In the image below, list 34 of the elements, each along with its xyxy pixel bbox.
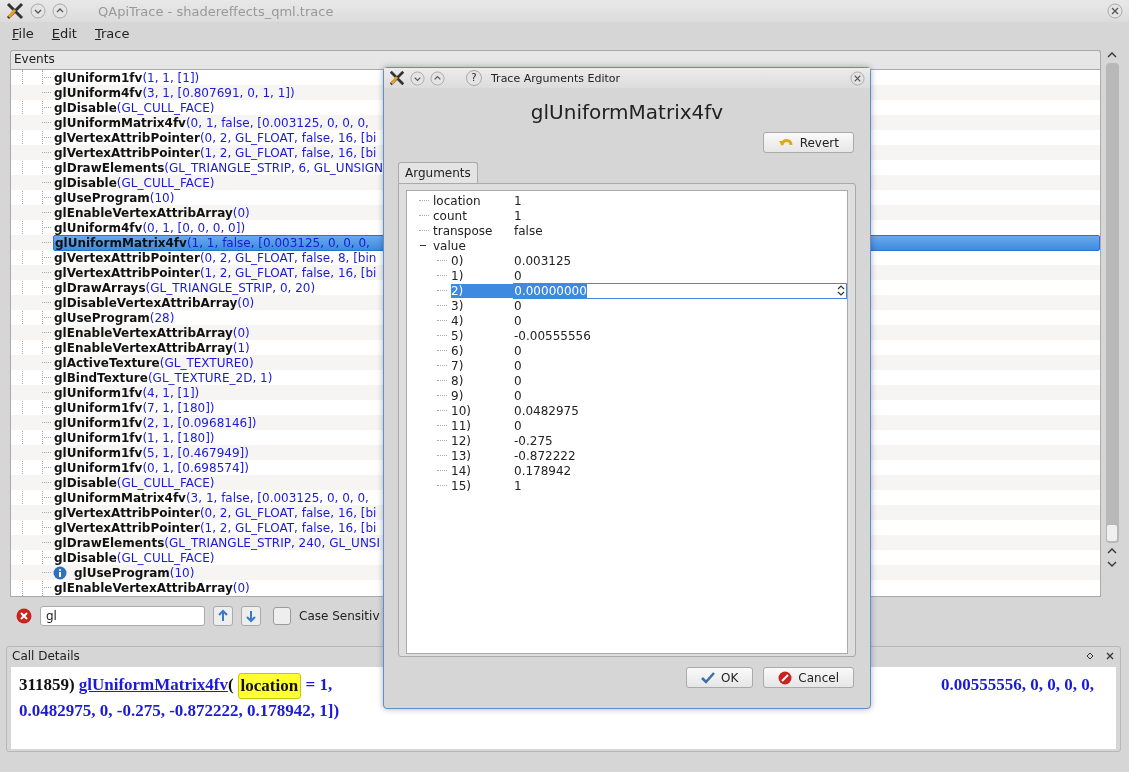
call-number: 311859) — [19, 674, 75, 696]
argument-name: count — [433, 208, 468, 223]
element-value: -0.872222 — [514, 448, 576, 463]
parameter-value: 0.00555556, 0, 0, 0, 0, — [941, 674, 1094, 696]
dock-title: Events — [10, 50, 1101, 69]
element-value: -0.275 — [514, 433, 553, 448]
argument-value: false — [514, 223, 543, 238]
argument-name: transpose — [433, 223, 494, 238]
element-value: 0 — [514, 388, 522, 403]
argument-name: location — [433, 193, 482, 208]
element-value: 0 — [514, 313, 522, 328]
parameter-value: 0.0482975, 0, -0.275, -0.872222, 0.178942, 1]) — [19, 700, 341, 722]
element-value: 0 — [514, 358, 522, 373]
element-value: 0 — [514, 298, 522, 313]
element-value: 0.178942 — [514, 463, 572, 478]
parameter-name: location — [237, 673, 302, 699]
window-title: QApiTrace - shadereffects_qml.trace — [98, 3, 334, 19]
dialog-heading: glUniformMatrix4fv — [529, 99, 725, 126]
element-value: 0 — [514, 418, 522, 433]
element-value: -0.00555556 — [514, 328, 591, 343]
dock-title: Call Details — [12, 649, 80, 663]
argument-name: value — [433, 238, 467, 253]
element-value: 0.003125 — [514, 253, 572, 268]
element-value: 1 — [514, 478, 522, 493]
element-value: 0 — [514, 343, 522, 358]
checkbox-label: Case Sensitiv — [299, 609, 380, 623]
dialog-title: Trace Arguments Editor — [491, 71, 621, 85]
parameter-value: = 1, — [304, 674, 334, 696]
argument-value: 1 — [514, 208, 522, 223]
paren: ( — [227, 674, 234, 696]
element-value: 0.0482975 — [514, 403, 579, 418]
element-value: 0 — [514, 373, 522, 388]
argument-value: 1 — [514, 193, 522, 208]
element-value: 0 — [514, 268, 522, 283]
